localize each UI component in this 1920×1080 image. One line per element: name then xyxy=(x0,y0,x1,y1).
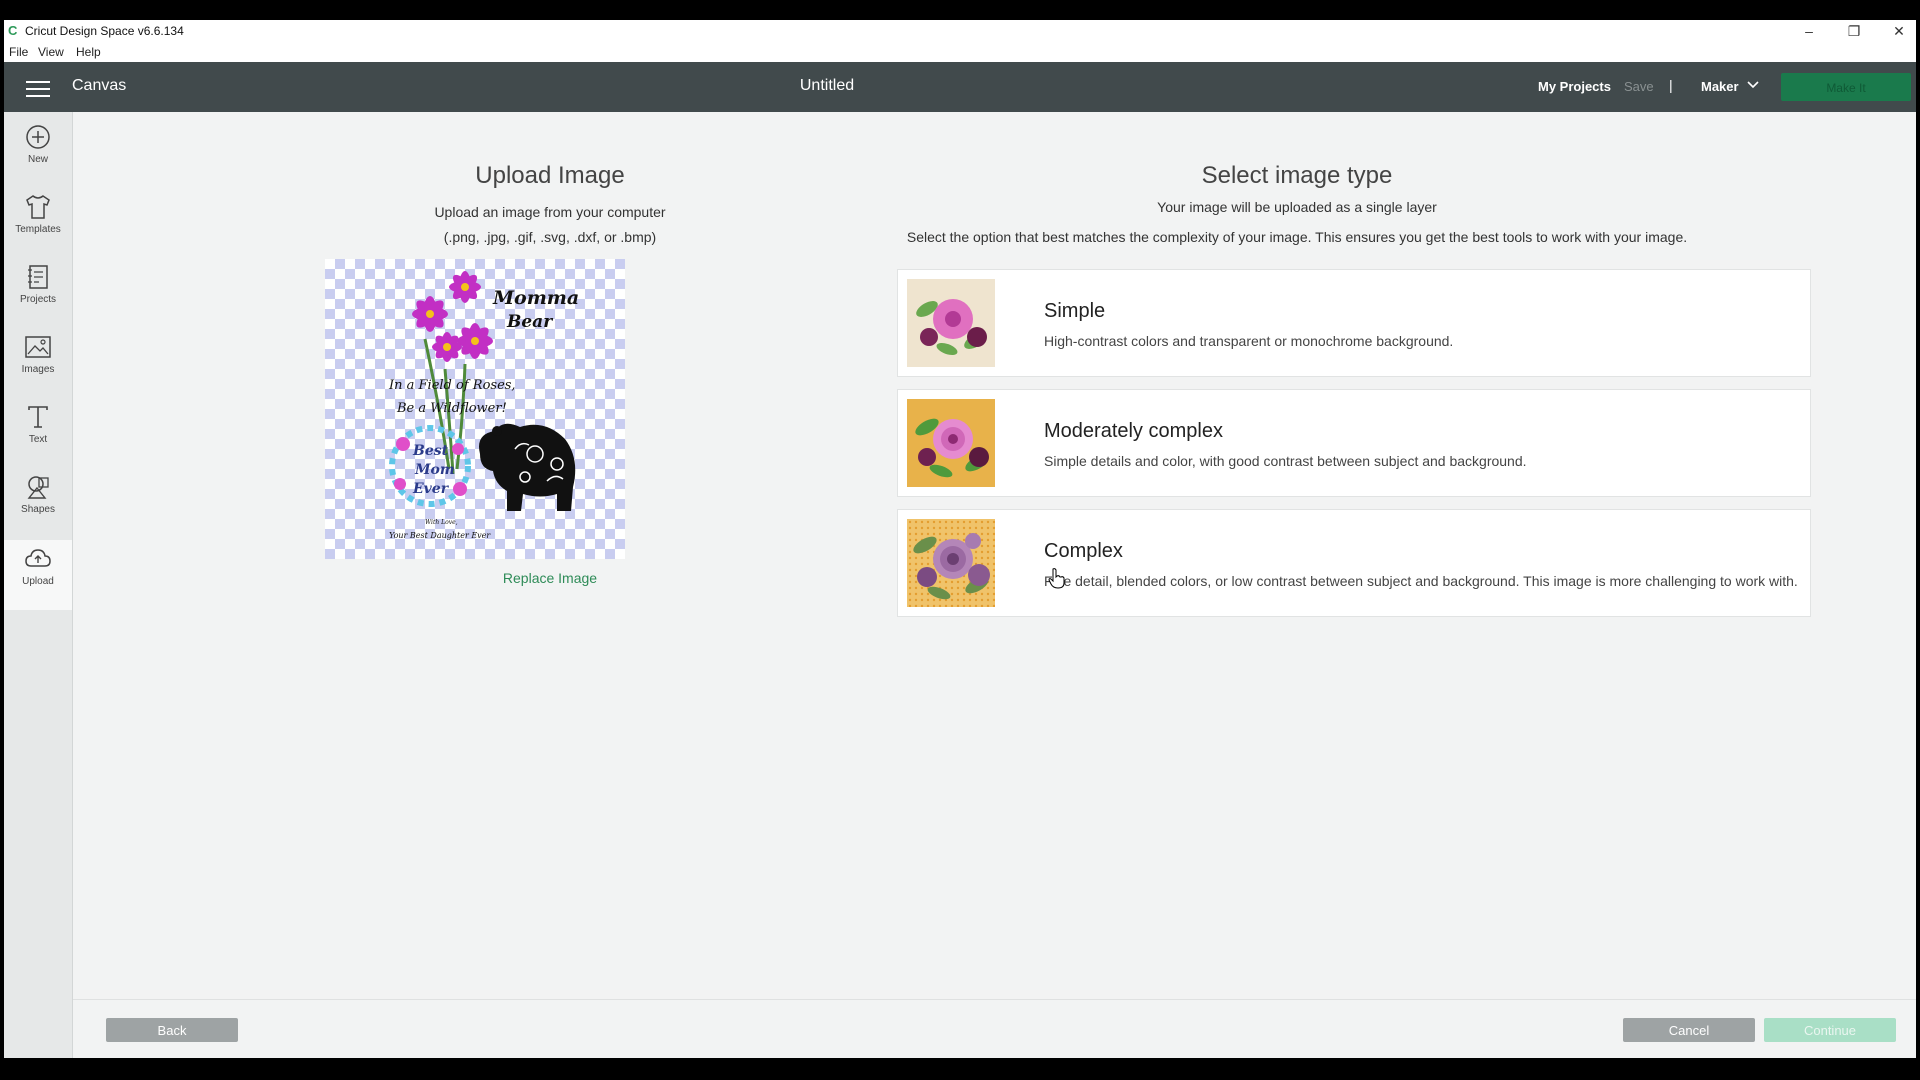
close-window-button[interactable]: ✕ xyxy=(1877,20,1916,42)
artwork-badge-2: Mom xyxy=(414,462,455,478)
app-header: Canvas Untitled My Projects Save | Maker… xyxy=(4,62,1916,112)
plus-circle-icon xyxy=(26,125,50,149)
moderately-complex-thumbnail xyxy=(907,399,995,487)
option-moderately-complex-title: Moderately complex xyxy=(1044,420,1223,442)
sidebar-label-projects: Projects xyxy=(19,294,57,305)
option-simple-title: Simple xyxy=(1044,300,1106,322)
shirt-icon xyxy=(26,195,50,219)
chevron-down-icon[interactable] xyxy=(1746,77,1760,94)
image-preview: Momma Bear In a Field of Roses, Be a Wil… xyxy=(325,259,625,559)
back-button[interactable]: Back xyxy=(106,1018,238,1042)
option-simple[interactable]: Simple High-contrast colors and transpar… xyxy=(897,269,1811,377)
replace-image-link[interactable]: Replace Image xyxy=(315,570,785,586)
sidebar-label-upload: Upload xyxy=(22,576,54,587)
main-content: Upload Image Upload an image from your c… xyxy=(73,112,1916,1058)
cloud-upload-icon xyxy=(25,549,51,567)
footer-bar: Back Cancel Continue xyxy=(73,999,1916,1058)
sidebar-item-text[interactable]: Text xyxy=(4,404,72,474)
option-moderately-complex[interactable]: Moderately complex Simple details and co… xyxy=(897,389,1811,497)
bear-silhouette-illustration xyxy=(479,423,576,511)
sidebar-label-text: Text xyxy=(28,434,48,445)
sidebar-label-images: Images xyxy=(21,364,55,375)
machine-selector[interactable]: Maker xyxy=(1701,79,1739,94)
text-icon xyxy=(28,406,48,428)
complex-thumbnail xyxy=(907,519,995,607)
shapes-icon xyxy=(27,476,49,499)
title-bar: C Cricut Design Space v6.6.134 – ❐ ✕ xyxy=(4,20,1916,42)
option-complex-title: Complex xyxy=(1044,540,1123,562)
projects-icon xyxy=(28,265,48,289)
uploaded-image-artwork: Momma Bear In a Field of Roses, Be a Wil… xyxy=(388,271,579,540)
upload-description-line1: Upload an image from your computer xyxy=(434,204,666,220)
sidebar-label-shapes: Shapes xyxy=(21,504,55,515)
artwork-line-2: Be a Wildflower! xyxy=(396,401,507,416)
make-it-button[interactable]: Make It xyxy=(1781,73,1911,101)
artwork-badge-3: Ever xyxy=(412,481,450,497)
sidebar-label-templates: Templates xyxy=(15,224,61,235)
artwork-small-2: Your Best Daughter Ever xyxy=(389,531,491,540)
sidebar-item-shapes[interactable]: Shapes xyxy=(4,474,72,544)
upload-description: Upload an image from your computer (.png… xyxy=(315,200,785,250)
menu-bar: File View Help xyxy=(4,42,1916,62)
left-sidebar: New Templates Projects Images Text Shape… xyxy=(4,112,73,1058)
option-complex[interactable]: Complex Fine detail, blended colors, or … xyxy=(897,509,1811,617)
option-moderately-complex-description: Simple details and color, with good cont… xyxy=(1044,453,1527,469)
cancel-button[interactable]: Cancel xyxy=(1623,1018,1755,1042)
artwork-badge-1: Best xyxy=(412,443,449,459)
option-complex-description: Fine detail, blended colors, or low cont… xyxy=(1044,573,1798,589)
app-window: C Cricut Design Space v6.6.134 – ❐ ✕ Fil… xyxy=(4,20,1916,1058)
upload-formats: (.png, .jpg, .gif, .svg, .dxf, or .bmp) xyxy=(443,229,657,245)
upload-title: Upload Image xyxy=(475,162,625,189)
hand-pointer-cursor-icon xyxy=(1048,568,1065,589)
menu-file[interactable]: File xyxy=(9,45,28,59)
sidebar-item-images[interactable]: Images xyxy=(4,334,72,404)
select-type-subtitle: Your image will be uploaded as a single … xyxy=(1157,199,1437,215)
menu-help[interactable]: Help xyxy=(76,45,101,59)
continue-button[interactable]: Continue xyxy=(1764,1018,1896,1042)
image-icon xyxy=(25,336,51,358)
sidebar-item-projects[interactable]: Projects xyxy=(4,264,72,334)
select-type-title: Select image type xyxy=(1201,162,1393,189)
option-simple-description: High-contrast colors and transparent or … xyxy=(1044,333,1454,349)
simple-thumbnail xyxy=(907,279,995,367)
minimize-button[interactable]: – xyxy=(1787,20,1831,42)
menu-view[interactable]: View xyxy=(38,45,64,59)
artwork-line-1: In a Field of Roses, xyxy=(388,378,516,393)
document-title: Untitled xyxy=(799,77,855,94)
sidebar-label-new: New xyxy=(27,154,48,165)
artwork-small-1: With Love, xyxy=(425,519,458,526)
my-projects-link[interactable]: My Projects xyxy=(1538,79,1611,94)
sidebar-item-new[interactable]: New xyxy=(4,124,72,194)
artwork-heading-1: Momma xyxy=(492,287,579,309)
artwork-heading-2: Bear xyxy=(506,312,553,332)
sidebar-item-templates[interactable]: Templates xyxy=(4,194,72,264)
app-logo-icon: C xyxy=(8,23,18,38)
restore-button[interactable]: ❐ xyxy=(1832,20,1876,42)
select-type-description: Select the option that best matches the … xyxy=(906,229,1688,245)
sidebar-item-upload[interactable]: Upload xyxy=(4,540,72,610)
header-separator: | xyxy=(1669,77,1673,93)
save-link[interactable]: Save xyxy=(1624,79,1654,94)
app-title: Cricut Design Space v6.6.134 xyxy=(25,24,184,38)
